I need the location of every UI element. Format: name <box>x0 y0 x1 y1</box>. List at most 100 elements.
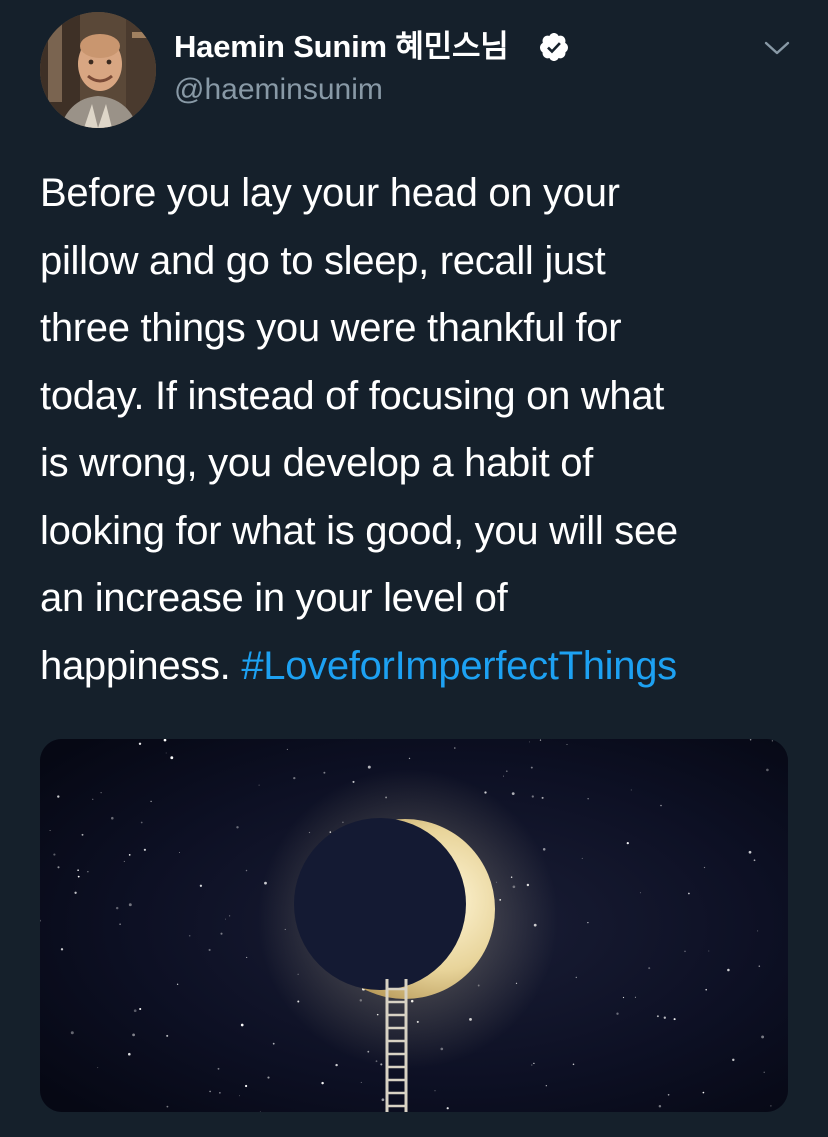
star-dot <box>732 1058 735 1062</box>
tweet[interactable]: Haemin Sunim 혜민스님 @haeminsunim Before yo… <box>0 0 828 1137</box>
star-dot <box>225 918 226 920</box>
star-dot <box>140 821 143 824</box>
star-dot <box>766 768 769 772</box>
star-dot <box>150 800 152 803</box>
tweet-text-line: happiness. <box>40 643 231 688</box>
verified-badge-icon <box>539 33 568 61</box>
star-dot <box>533 1062 535 1065</box>
star-dot <box>57 866 60 869</box>
star-dot <box>258 784 260 786</box>
star-dot <box>166 1034 169 1037</box>
star-dot <box>165 752 167 754</box>
author-display-name[interactable]: Haemin Sunim 혜민스님 <box>174 28 509 66</box>
tweet-text-line: three things you were thankful for <box>40 306 622 350</box>
tweet-text-line-last: happiness. #LoveforImperfectThings <box>40 633 800 701</box>
star-dot <box>529 741 530 743</box>
star-dot <box>505 770 508 773</box>
star-dot <box>236 826 239 829</box>
star-dot <box>178 851 180 853</box>
star-dot <box>616 1012 619 1015</box>
star-dot <box>77 869 79 871</box>
star-dot <box>53 853 56 856</box>
star-dot <box>531 795 534 798</box>
star-dot <box>138 742 142 746</box>
star-dot <box>503 775 504 777</box>
star-dot <box>511 792 515 795</box>
star-dot <box>541 796 544 799</box>
star-dot <box>663 1016 666 1019</box>
star-dot <box>41 1102 44 1106</box>
star-dot <box>757 930 759 932</box>
star-dot <box>123 860 125 862</box>
star-dot <box>626 841 629 845</box>
star-dot <box>57 795 60 798</box>
star-dot <box>293 776 296 780</box>
star-dot <box>77 875 80 878</box>
star-dot <box>648 967 651 970</box>
chevron-down-icon[interactable] <box>762 36 792 60</box>
star-dot <box>115 906 119 910</box>
star-dot <box>119 923 121 926</box>
star-dot <box>323 771 326 774</box>
star-dot <box>208 948 211 952</box>
star-dot <box>209 1090 211 1093</box>
hashtag-link[interactable]: #LoveforImperfectThings <box>241 644 677 688</box>
author-handle[interactable]: @haeminsunim <box>174 71 383 109</box>
tweet-text: Before you lay your head on your pillow … <box>40 160 800 700</box>
star-dot <box>770 1105 772 1107</box>
star-dot <box>587 921 589 924</box>
star-dot <box>581 857 583 859</box>
star-dot <box>705 988 707 991</box>
star-dot <box>630 789 632 791</box>
star-dot <box>92 798 94 800</box>
star-dot <box>688 892 690 895</box>
star-dot <box>702 1091 705 1094</box>
star-dot <box>572 1063 575 1066</box>
star-dot <box>622 996 625 999</box>
tweet-media-image[interactable] <box>40 739 788 1112</box>
star-dot <box>545 1085 547 1087</box>
star-dot <box>748 850 752 854</box>
star-dot <box>128 903 132 907</box>
tweet-text-line: looking for what is good, you will see <box>40 508 678 553</box>
star-dot <box>143 848 147 851</box>
monk-portrait-avatar-icon <box>40 12 156 128</box>
star-dot <box>758 965 761 967</box>
star-dot <box>240 1023 244 1027</box>
star-dot <box>727 968 730 972</box>
star-dot <box>658 1104 662 1108</box>
star-dot <box>703 866 706 869</box>
star-dot <box>434 1090 436 1092</box>
star-dot <box>454 747 456 749</box>
star-dot <box>219 1092 221 1094</box>
star-dot <box>367 765 371 769</box>
star-dot <box>335 1063 338 1067</box>
star-dot <box>530 766 533 769</box>
star-dot <box>245 1084 248 1088</box>
star-dot <box>408 757 411 760</box>
star-dot <box>749 739 752 741</box>
star-dot <box>639 892 641 894</box>
star-dot <box>542 848 546 851</box>
star-dot <box>128 854 131 856</box>
star-dot <box>133 1009 137 1013</box>
star-dot <box>771 740 773 742</box>
star-dot <box>673 1018 676 1021</box>
star-dot <box>111 816 114 820</box>
star-dot <box>761 1035 765 1039</box>
star-dot <box>132 1033 135 1037</box>
star-dot <box>531 1064 533 1066</box>
star-dot <box>128 1052 131 1056</box>
star-dot <box>684 950 686 953</box>
star-dot <box>286 748 288 750</box>
star-dot <box>753 859 756 862</box>
tweet-text-line: Before you lay your head on your <box>40 171 620 215</box>
star-dot <box>220 932 223 935</box>
star-dot <box>81 833 84 836</box>
tweet-text-line: an increase in your level of <box>40 576 508 620</box>
star-dot <box>139 1007 142 1011</box>
author-avatar[interactable] <box>40 12 156 128</box>
star-dot <box>60 948 64 951</box>
star-dot <box>539 739 542 741</box>
star-dot <box>97 1067 99 1069</box>
